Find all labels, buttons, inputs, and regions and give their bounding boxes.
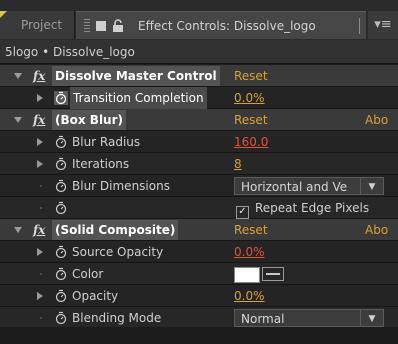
twirl-right-icon[interactable] <box>37 138 43 146</box>
indent-dot <box>40 273 42 275</box>
effect-row-solid-composite[interactable]: fx (Solid Composite) Reset Abo <box>0 219 398 241</box>
reset-link[interactable]: Reset <box>234 65 268 87</box>
color-swatch[interactable] <box>234 267 260 283</box>
property-label: Source Opacity <box>72 245 164 259</box>
property-row-color[interactable]: Color <box>0 263 398 285</box>
property-label: Blur Radius <box>72 135 141 149</box>
property-value[interactable]: 160.0 <box>234 131 268 153</box>
tab-effect-controls-title: Effect Controls: Dissolve_logo <box>138 19 316 33</box>
indent-dot <box>40 185 42 187</box>
dropdown-value: Horizontal and Ve <box>241 180 348 194</box>
reset-link[interactable]: Reset <box>234 219 268 241</box>
property-label: Color <box>72 267 104 281</box>
property-label: Opacity <box>72 289 119 303</box>
property-label: Iterations <box>72 157 130 171</box>
stopwatch-icon[interactable] <box>54 245 68 259</box>
reset-link[interactable]: Reset <box>234 109 268 131</box>
stopwatch-icon[interactable] <box>54 157 68 171</box>
tab-project[interactable]: Project <box>0 11 75 39</box>
indent-dot <box>40 207 42 209</box>
stopwatch-icon[interactable] <box>54 201 68 215</box>
fx-icon[interactable]: fx <box>33 65 45 87</box>
property-value[interactable]: 0.0% <box>234 285 265 307</box>
property-label: Transition Completion <box>70 87 207 109</box>
stopwatch-icon[interactable] <box>54 311 68 325</box>
panel-menu-icon[interactable]: ▾≡ <box>368 11 398 39</box>
twirl-right-icon[interactable] <box>37 160 43 168</box>
stopwatch-icon[interactable] <box>54 179 68 193</box>
twirl-right-icon[interactable] <box>37 94 43 102</box>
property-row-blur-dimensions[interactable]: Blur Dimensions Horizontal and Ve ▼ <box>0 175 398 197</box>
stopwatch-icon[interactable] <box>54 289 68 303</box>
property-row-transition-completion[interactable]: Transition Completion 0.0% <box>0 87 398 109</box>
twirl-right-icon[interactable] <box>37 292 43 300</box>
checkbox-icon[interactable]: ✓ <box>236 206 249 219</box>
blending-mode-dropdown[interactable]: Normal ▼ <box>234 309 384 327</box>
property-row-blending-mode[interactable]: Blending Mode Normal ▼ <box>0 307 398 329</box>
fx-icon[interactable]: fx <box>33 219 45 241</box>
eyedropper-icon[interactable] <box>262 267 284 281</box>
effect-name: (Box Blur) <box>52 110 126 130</box>
breadcrumb: 5logo • Dissolve_logo <box>0 40 398 64</box>
tab-corner-marker <box>0 11 7 18</box>
dropdown-arrow-icon[interactable]: ▼ <box>360 310 383 326</box>
property-label: Blending Mode <box>72 311 162 325</box>
twirl-down-icon[interactable] <box>14 73 22 79</box>
stopwatch-icon[interactable] <box>54 135 68 149</box>
property-row-blur-radius[interactable]: Blur Radius 160.0 <box>0 131 398 153</box>
stopwatch-icon[interactable] <box>54 267 68 281</box>
panel-tab-bar: Project Effect Controls: Dissolve_logo ▾… <box>0 0 398 41</box>
effect-controls-list: fx Dissolve Master Control Reset Transit… <box>0 65 398 329</box>
dropdown-arrow-icon[interactable]: ▼ <box>360 178 383 194</box>
property-row-iterations[interactable]: Iterations 8 <box>0 153 398 175</box>
about-link[interactable]: Abo <box>365 219 388 241</box>
property-value[interactable]: 0.0% <box>234 241 265 263</box>
fx-icon[interactable]: fx <box>33 109 45 131</box>
property-value[interactable]: 8 <box>234 153 242 175</box>
twirl-right-icon[interactable] <box>37 248 43 256</box>
effect-name: Dissolve Master Control <box>52 66 220 86</box>
tab-separator <box>359 18 360 34</box>
blur-dimensions-dropdown[interactable]: Horizontal and Ve ▼ <box>234 177 384 195</box>
about-link[interactable]: Abo <box>365 109 388 131</box>
checkbox-label: Repeat Edge Pixels <box>255 201 370 215</box>
effect-row-box-blur[interactable]: fx (Box Blur) Reset Abo <box>0 109 398 131</box>
property-value[interactable]: 0.0% <box>234 87 265 109</box>
lock-icon[interactable] <box>112 19 124 33</box>
twirl-down-icon[interactable] <box>14 227 22 233</box>
property-row-repeat-edge-pixels[interactable]: ✓ Repeat Edge Pixels <box>0 197 398 219</box>
tab-effect-controls[interactable]: Effect Controls: Dissolve_logo <box>76 11 366 39</box>
stopwatch-keyframed-icon[interactable] <box>54 91 68 105</box>
effect-row-dissolve-master-control[interactable]: fx Dissolve Master Control Reset <box>0 65 398 87</box>
tab-project-label: Project <box>21 18 63 32</box>
twirl-down-icon[interactable] <box>14 117 22 123</box>
effect-name: (Solid Composite) <box>52 220 179 240</box>
property-row-opacity[interactable]: Opacity 0.0% <box>0 285 398 307</box>
property-row-source-opacity[interactable]: Source Opacity 0.0% <box>0 241 398 263</box>
property-label: Blur Dimensions <box>72 179 170 193</box>
drag-grip-icon[interactable] <box>84 19 90 33</box>
dropdown-value: Normal <box>241 312 285 326</box>
repeat-edge-pixels-checkbox[interactable]: ✓ Repeat Edge Pixels <box>236 197 369 219</box>
panel-color-box-icon <box>96 21 106 31</box>
panel-empty-area <box>0 327 398 344</box>
indent-dot <box>40 317 42 319</box>
